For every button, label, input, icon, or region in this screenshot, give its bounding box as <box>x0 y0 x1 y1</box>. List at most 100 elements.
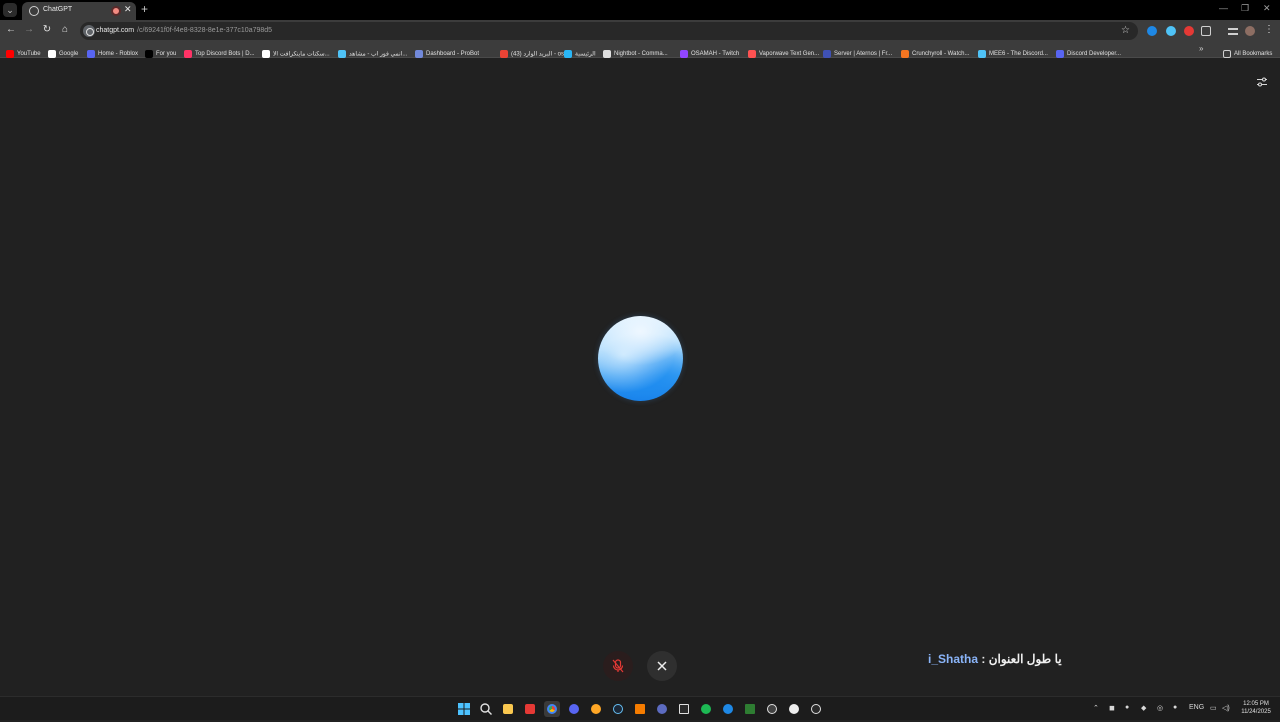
minimize-window-button[interactable]: — <box>1219 3 1228 13</box>
app-icon <box>767 704 777 714</box>
taskbar-clock[interactable]: 12:05 PM 11/24/2025 <box>1236 700 1276 716</box>
bookmark-item[interactable]: YouTube <box>6 45 41 58</box>
bookmark-item[interactable]: MEE6 - The Discord... <box>978 45 1048 58</box>
nightbot-icon <box>603 49 611 58</box>
taskbar-app-button[interactable] <box>786 701 802 717</box>
forward-button[interactable]: → <box>22 24 36 35</box>
start-button[interactable] <box>456 701 472 717</box>
close-window-button[interactable]: ✕ <box>1263 3 1271 14</box>
restore-window-button[interactable]: ❐ <box>1241 3 1249 14</box>
bookmark-item[interactable]: Top Discord Bots | D... <box>184 45 255 58</box>
new-tab-button[interactable]: + <box>141 2 148 16</box>
taskbar-app-button[interactable] <box>764 701 780 717</box>
clock-date: 11/24/2025 <box>1241 709 1271 715</box>
back-button[interactable]: ← <box>4 24 18 35</box>
show-hidden-icons-button[interactable]: ⌃ <box>1093 704 1099 712</box>
vaporwave-icon <box>748 49 756 58</box>
chrome-taskbar-button[interactable] <box>544 701 560 717</box>
chrome-icon <box>547 704 557 714</box>
voice-orb <box>598 316 683 401</box>
extension-icon[interactable] <box>1166 26 1176 36</box>
tray-app-icon[interactable]: ◎ <box>1157 704 1163 712</box>
bookmark-item[interactable]: Vaporwave Text Gen... <box>748 45 819 58</box>
network-icon[interactable]: ▭ <box>1210 704 1217 712</box>
app-icon <box>811 704 821 714</box>
bookmark-item[interactable]: For you <box>145 45 176 58</box>
extensions-puzzle-icon[interactable] <box>1201 26 1211 36</box>
settings-sliders-icon[interactable] <box>1256 76 1268 88</box>
bookmark-label: OSAMAH - Twitch <box>691 50 740 57</box>
tab-groups-icon[interactable] <box>1228 28 1238 35</box>
overlay-arabic-text: يا طول العنوان <box>988 652 1062 666</box>
search-taskbar-button[interactable] <box>478 701 494 717</box>
tray-app-icon[interactable]: ◆ <box>1141 704 1146 712</box>
bookmark-item[interactable]: الرئيسية <box>564 45 596 58</box>
all-bookmarks-label: All Bookmarks <box>1234 50 1273 57</box>
epic-games-taskbar-button[interactable] <box>676 701 692 717</box>
microphone-tray-icon[interactable]: ● <box>1173 704 1177 711</box>
language-indicator[interactable]: ENG <box>1189 704 1204 711</box>
twitch-icon <box>680 49 688 58</box>
taskbar-app-button[interactable] <box>654 701 670 717</box>
extension-icon[interactable] <box>1184 26 1194 36</box>
bookmark-item[interactable]: Crunchyroll - Watch... <box>901 45 969 58</box>
bookmark-item[interactable]: Home - Roblox <box>87 45 138 58</box>
reload-button[interactable]: ↻ <box>40 24 54 35</box>
bookmark-item[interactable]: Server | Aternos | Fr... <box>823 45 892 58</box>
site-info-icon[interactable] <box>83 25 95 37</box>
app-icon <box>745 704 755 714</box>
aternos-icon <box>823 49 831 58</box>
discord-icon <box>569 704 579 714</box>
taskbar-app-button[interactable] <box>808 701 824 717</box>
bookmark-item[interactable]: سكنات ماينكرافت الا... <box>262 45 330 58</box>
bookmark-item[interactable]: (43) البريد الوارد - os... <box>500 45 569 58</box>
browser-menu-icon[interactable]: ⋮ <box>1262 24 1276 35</box>
tray-app-icon[interactable]: ● <box>1125 704 1129 711</box>
more-bookmarks-icon[interactable]: » <box>1199 44 1203 53</box>
url-host: chatgpt.com <box>96 27 135 34</box>
stream-overlay-text: i_Shatha : يا طول العنوان <box>928 652 1062 666</box>
windows-logo-icon <box>458 703 470 715</box>
volume-icon[interactable]: ◁) <box>1222 704 1230 712</box>
taskbar-app-button[interactable] <box>588 701 604 717</box>
home-button[interactable]: ⌂ <box>58 24 72 35</box>
bookmark-label: الرئيسية <box>575 51 596 58</box>
app-icon <box>635 704 645 714</box>
tray-app-icon[interactable]: ◼ <box>1109 704 1115 712</box>
tab-chatgpt[interactable]: ChatGPT ✕ <box>22 2 136 20</box>
n-icon <box>262 49 270 58</box>
taskbar-app-button[interactable] <box>720 701 736 717</box>
discord-taskbar-button[interactable] <box>566 701 582 717</box>
gmail-icon <box>500 49 508 58</box>
search-icon <box>480 703 492 715</box>
bookmark-item[interactable]: Discord Developer... <box>1056 45 1122 58</box>
folder-icon <box>1223 49 1231 58</box>
bookmark-item[interactable]: انمي فور اب - مشاهد... <box>338 45 407 58</box>
bookmark-item[interactable]: OSAMAH - Twitch <box>680 45 740 58</box>
bookmark-label: Discord Developer... <box>1067 50 1122 57</box>
taskbar-app-button[interactable] <box>742 701 758 717</box>
all-bookmarks-button[interactable]: All Bookmarks <box>1223 45 1273 58</box>
spotify-taskbar-button[interactable] <box>698 701 714 717</box>
close-tab-icon[interactable]: ✕ <box>124 4 132 15</box>
tab-search-button[interactable]: ⌄ <box>3 3 17 17</box>
taskbar-app-button[interactable] <box>522 701 538 717</box>
end-voice-button[interactable] <box>647 651 677 681</box>
x-icon <box>145 49 153 58</box>
bookmark-star-icon[interactable]: ☆ <box>1121 25 1130 36</box>
bookmark-item[interactable]: Google <box>48 45 78 58</box>
roblox-icon <box>87 49 95 58</box>
taskbar-app-button[interactable] <box>632 701 648 717</box>
bookmark-item[interactable]: Dashboard - ProBot <box>415 45 479 58</box>
mute-microphone-button[interactable] <box>603 651 633 681</box>
chatgpt-voice-mode-page: i_Shatha : يا طول العنوان <box>0 59 1280 696</box>
extension-icon[interactable] <box>1147 26 1157 36</box>
file-explorer-button[interactable] <box>500 701 516 717</box>
bookmark-label: Top Discord Bots | D... <box>195 50 255 57</box>
profile-avatar[interactable] <box>1245 26 1255 36</box>
app-icon <box>723 704 733 714</box>
discord-icon <box>1056 49 1064 58</box>
steam-taskbar-button[interactable] <box>610 701 626 717</box>
bookmark-item[interactable]: Nightbot - Comma... <box>603 45 668 58</box>
address-bar[interactable]: chatgpt.com /c/69241f0f-f4e8-8328-8e1e-3… <box>80 22 1138 40</box>
